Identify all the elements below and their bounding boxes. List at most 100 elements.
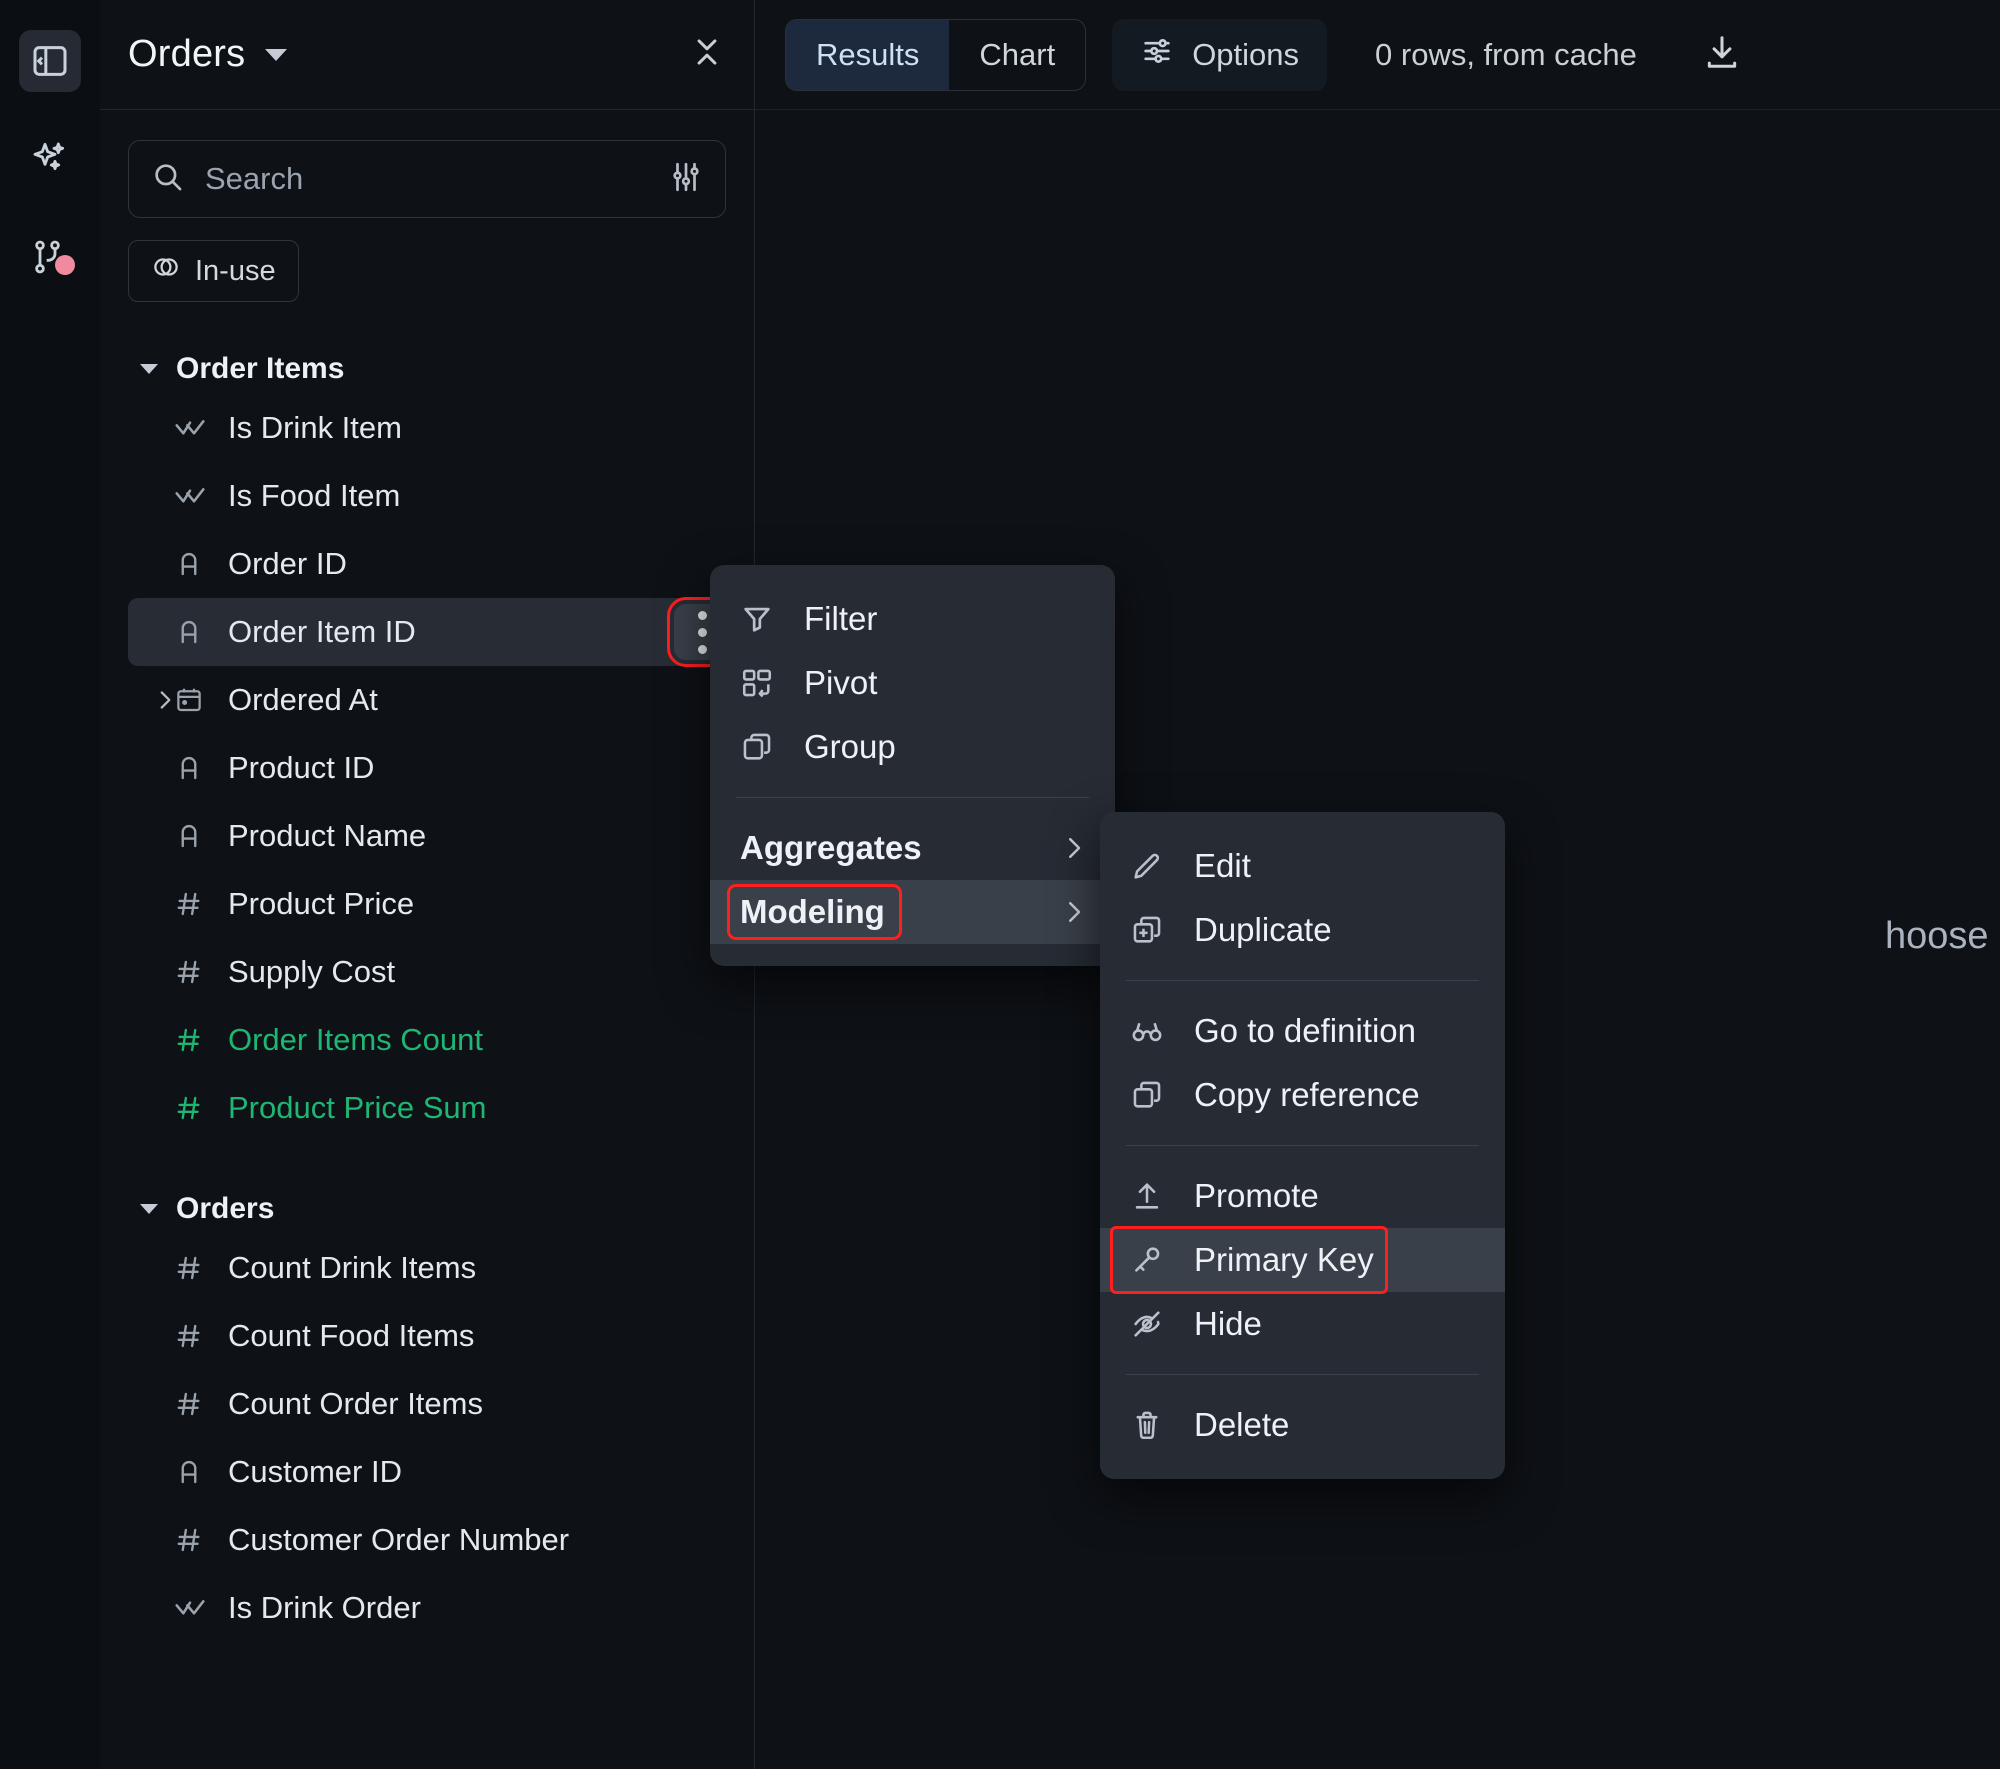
menu-item-label: Promote xyxy=(1194,1177,1319,1214)
panel-collapse-button[interactable] xyxy=(19,30,81,92)
field-row[interactable]: Is Drink Item xyxy=(128,394,726,462)
menu-separator xyxy=(1126,1145,1479,1146)
menu-separator xyxy=(1126,980,1479,981)
field-label: Is Food Item xyxy=(228,478,401,513)
tab-chart[interactable]: Chart xyxy=(949,20,1085,90)
field-row[interactable]: Order Items Count xyxy=(128,1006,726,1074)
options-label: Options xyxy=(1192,36,1300,72)
menu-item-pivot[interactable]: Pivot xyxy=(710,651,1115,715)
letter-a-icon xyxy=(174,753,218,783)
sidebar-title: Orders xyxy=(128,33,246,75)
field-row[interactable]: Count Drink Items xyxy=(128,1234,726,1302)
assistant-button[interactable] xyxy=(19,128,81,190)
field-row[interactable]: Customer Order Number xyxy=(128,1506,726,1574)
menu-item-label: Pivot xyxy=(804,664,878,701)
hash-icon xyxy=(174,1025,218,1055)
field-row[interactable]: Product ID xyxy=(128,734,726,802)
version-control-button[interactable] xyxy=(19,226,81,288)
chevron-right-icon[interactable] xyxy=(152,687,178,713)
menu-separator xyxy=(736,797,1089,798)
field-label: Order Item ID xyxy=(228,614,416,649)
field-row[interactable]: Ordered At xyxy=(128,666,726,734)
menu-item-label: Modeling xyxy=(727,884,902,940)
layers-icon xyxy=(740,730,794,764)
menu-item-label: Go to definition xyxy=(1194,1012,1416,1049)
search-input[interactable] xyxy=(205,161,669,197)
letter-a-icon xyxy=(174,617,218,647)
download-button[interactable] xyxy=(1703,33,1741,76)
field-row[interactable]: Is Drink Order xyxy=(128,1574,726,1642)
field-row[interactable]: Customer ID xyxy=(128,1438,726,1506)
search-box[interactable] xyxy=(128,140,726,218)
field-row[interactable]: Supply Cost xyxy=(128,938,726,1006)
collapse-chevrons-icon[interactable] xyxy=(688,33,726,76)
menu-item-aggregates[interactable]: Aggregates xyxy=(710,816,1115,880)
sparkle-icon xyxy=(30,139,70,179)
field-context-menu: Filter Pivot Group Aggregates Modeling xyxy=(710,565,1115,966)
double-check-icon xyxy=(174,1592,218,1624)
menu-item-promote[interactable]: Promote xyxy=(1100,1164,1505,1228)
menu-item-hide[interactable]: Hide xyxy=(1100,1292,1505,1356)
trash-icon xyxy=(1130,1408,1184,1442)
pencil-icon xyxy=(1130,849,1184,883)
field-label: Count Order Items xyxy=(228,1386,483,1421)
menu-item-edit[interactable]: Edit xyxy=(1100,834,1505,898)
field-row-order-item-id[interactable]: Order Item ID xyxy=(128,597,737,667)
field-label: Product ID xyxy=(228,750,375,785)
menu-item-delete[interactable]: Delete xyxy=(1100,1393,1505,1457)
tab-results[interactable]: Results xyxy=(786,19,950,90)
funnel-icon xyxy=(740,602,794,636)
menu-item-group[interactable]: Group xyxy=(710,715,1115,779)
search-icon xyxy=(151,160,185,199)
options-button[interactable]: Options xyxy=(1112,18,1328,91)
menu-item-label: Delete xyxy=(1194,1406,1290,1443)
in-use-filter-chip[interactable]: In-use xyxy=(128,240,299,302)
chevron-down-icon xyxy=(140,1204,158,1214)
empty-state-message: hoose some fields to get xyxy=(1885,915,2000,957)
field-label: Count Drink Items xyxy=(228,1250,477,1285)
letter-a-icon xyxy=(174,821,218,851)
hash-icon xyxy=(174,957,218,987)
hash-icon xyxy=(174,1525,218,1555)
download-icon xyxy=(1703,33,1741,76)
chevron-down-icon[interactable] xyxy=(265,48,288,61)
menu-item-label: Edit xyxy=(1194,847,1251,884)
field-label: Is Drink Item xyxy=(228,410,402,445)
field-row[interactable]: Product Price Sum xyxy=(128,1074,726,1142)
sliders-icon xyxy=(1140,34,1174,76)
menu-item-primary-key[interactable]: Primary Key xyxy=(1100,1226,1505,1294)
menu-separator xyxy=(1126,1374,1479,1375)
field-label: Order ID xyxy=(228,546,347,581)
hash-icon xyxy=(174,1389,218,1419)
menu-item-duplicate[interactable]: Duplicate xyxy=(1100,898,1505,962)
field-row[interactable]: Product Price xyxy=(128,870,726,938)
menu-item-label: Hide xyxy=(1194,1305,1262,1342)
hash-icon xyxy=(174,1093,218,1123)
field-row[interactable]: Count Food Items xyxy=(128,1302,726,1370)
menu-item-copy-reference[interactable]: Copy reference xyxy=(1100,1063,1505,1127)
group-label: Order Items xyxy=(176,352,345,385)
field-row[interactable]: Order ID xyxy=(128,530,726,598)
menu-item-label: Aggregates xyxy=(740,829,922,866)
field-label: Count Food Items xyxy=(228,1318,475,1353)
group-header-order-items[interactable]: Order Items xyxy=(128,352,726,386)
glasses-icon xyxy=(1130,1014,1184,1048)
sliders-icon[interactable] xyxy=(669,160,703,199)
double-check-icon xyxy=(174,480,218,512)
menu-item-label: Group xyxy=(804,728,896,765)
duplicate-icon xyxy=(1130,913,1184,947)
chevron-down-icon xyxy=(140,364,158,374)
field-row[interactable]: Is Food Item xyxy=(128,462,726,530)
in-use-icon xyxy=(151,252,181,290)
chevron-right-icon xyxy=(1059,833,1089,863)
copy-icon xyxy=(1130,1078,1184,1112)
group-header-orders[interactable]: Orders xyxy=(128,1192,726,1226)
menu-item-filter[interactable]: Filter xyxy=(710,587,1115,651)
field-row[interactable]: Count Order Items xyxy=(128,1370,726,1438)
menu-item-modeling[interactable]: Modeling xyxy=(710,880,1115,944)
menu-item-go-to-definition[interactable]: Go to definition xyxy=(1100,999,1505,1063)
version-control-badge xyxy=(55,255,75,275)
field-label: Is Drink Order xyxy=(228,1590,421,1625)
letter-a-icon xyxy=(174,549,218,579)
field-row[interactable]: Product Name xyxy=(128,802,726,870)
